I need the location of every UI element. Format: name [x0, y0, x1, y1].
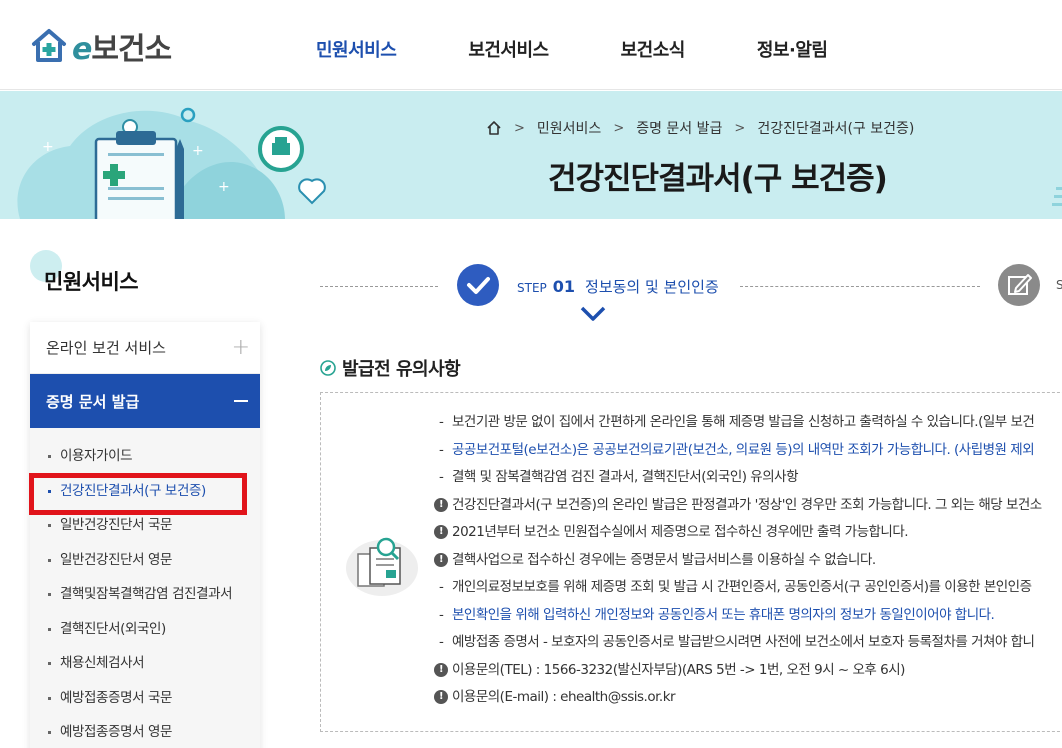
site-header: e보건소 민원서비스 보건서비스 보건소식 정보·알림 [0, 0, 1062, 90]
step-word: STEP [517, 281, 547, 295]
notice-title: 발급전 유의사항 [342, 359, 461, 380]
decoration-dots [1052, 187, 1062, 206]
sidebar-menu: 온라인 보건 서비스 + 증명 문서 발급 이용자가이드 건강진단결과서(구 보… [30, 322, 260, 748]
notice-item: 본인확인을 위해 입력하신 개인정보와 공동인증서 또는 휴대폰 명의자의 정보… [434, 605, 1062, 633]
step1-check-icon[interactable] [457, 264, 499, 306]
submenu-tb-screening[interactable]: 결핵및잠복결핵감염 검진결과서 [30, 584, 260, 619]
chevron-right-icon: > [734, 120, 746, 136]
site-logo[interactable]: e보건소 [30, 24, 172, 68]
notice-list: 보건기관 방문 없이 집에서 간편하게 온라인을 통해 제증명 발급을 신청하고… [434, 412, 1062, 715]
leaf-circle-icon [320, 360, 336, 376]
submenu-user-guide[interactable]: 이용자가이드 [30, 446, 260, 481]
notice-item: ! 결핵사업으로 접수하신 경우에는 증명문서 발급서비스를 이용하실 수 없습니… [434, 550, 1062, 578]
notice-item: 공공보건포털(e보건소)은 공공보건의료기관(보건소, 의료원 등)의 내역만 … [434, 440, 1062, 468]
submenu-health-check-result[interactable]: 건강진단결과서(구 보건증) [30, 481, 260, 516]
step2-label: S [1056, 278, 1062, 292]
breadcrumb: > 민원서비스 > 증명 문서 발급 > 건강진단결과서(구 보건증) [486, 118, 914, 138]
banner-illustration: + + + [17, 107, 326, 219]
nav-health-news[interactable]: 보건소식 [621, 36, 686, 62]
exclamation-icon: ! [434, 662, 448, 677]
step-description: 정보동의 및 본인인증 [585, 278, 719, 296]
submenu-vaccination-kr[interactable]: 예방접종증명서 국문 [30, 688, 260, 723]
step1-label: STEP 01 정보동의 및 본인인증 [517, 276, 719, 297]
notice-heading: 발급전 유의사항 [320, 355, 461, 381]
svg-text:+: + [218, 179, 230, 195]
step-divider [320, 286, 438, 287]
breadcrumb-current[interactable]: 건강진단결과서(구 보건증) [757, 118, 914, 138]
nav-info-notice[interactable]: 정보·알림 [757, 36, 828, 62]
notice-item: 결핵 및 잠복결핵감염 검진 결과서, 결핵진단서(외국인) 유의사항 [434, 467, 1062, 495]
sidebar-item-certificate[interactable]: 증명 문서 발급 [30, 374, 260, 428]
breadcrumb-certificate[interactable]: 증명 문서 발급 [636, 118, 722, 138]
breadcrumb-civil-service[interactable]: 민원서비스 [537, 118, 601, 138]
svg-text:+: + [192, 143, 204, 159]
notice-item: 보건기관 방문 없이 집에서 간편하게 온라인을 통해 제증명 발급을 신청하고… [434, 412, 1062, 440]
house-cross-icon [32, 29, 66, 62]
chevron-down-icon [580, 306, 606, 321]
logo-text: e보건소 [72, 32, 172, 67]
exclamation-icon: ! [434, 525, 448, 539]
exclamation-icon: ! [434, 552, 448, 567]
chevron-right-icon: > [514, 120, 525, 136]
exclamation-icon: ! [434, 690, 448, 704]
page-title: 건강진단결과서(구 보건증) [548, 161, 888, 197]
sidebar-item-label: 증명 문서 발급 [46, 392, 140, 411]
page-banner: + + + > 민원서비스 > 증명 문서 발급 > 건강진단결과서(구 보건증… [0, 91, 1062, 219]
notice-item: ! 이용문의(TEL) : 1566-3232(발신자부담)(ARS 5번 -> … [434, 660, 1062, 688]
step-number: 01 [552, 277, 576, 296]
notice-item: ! 건강진단결과서(구 보건증)의 온라인 발급은 판정결과가 '정상'인 경우만… [434, 495, 1062, 523]
notice-item: ! 2021년부터 보건소 민원접수실에서 제증명으로 접수하신 경우에만 출력 … [434, 522, 1062, 550]
exclamation-icon: ! [434, 497, 448, 512]
submenu-general-health-en[interactable]: 일반건강진단서 영문 [30, 550, 260, 585]
notice-item: ! 이용문의(E-mail) : ehealth@ssis.or.kr [434, 687, 1062, 715]
svg-text:+: + [42, 139, 54, 155]
submenu-vaccination-en[interactable]: 예방접종증명서 영문 [30, 722, 260, 748]
sidebar-title: 민원서비스 [44, 270, 139, 294]
home-icon[interactable] [486, 120, 502, 136]
submenu-employment-exam[interactable]: 채용신체검사서 [30, 653, 260, 688]
plus-icon: + [231, 335, 250, 360]
main-nav: 민원서비스 보건서비스 보건소식 정보·알림 [316, 36, 899, 62]
sidebar-item-label: 온라인 보건 서비스 [46, 339, 166, 357]
minus-icon [234, 400, 248, 402]
step2-edit-icon[interactable] [998, 264, 1040, 306]
submenu-tb-diagnosis[interactable]: 결핵진단서(외국인) [30, 619, 260, 654]
nav-civil-service[interactable]: 민원서비스 [316, 36, 397, 62]
chevron-right-icon: > [613, 120, 625, 136]
notice-item: 예방접종 증명서 - 보호자의 공동인증서로 발급받으시려면 사전에 보건소에서… [434, 632, 1062, 660]
sidebar-item-online-health[interactable]: 온라인 보건 서비스 + [30, 322, 260, 374]
step-divider [740, 286, 980, 287]
sidebar-submenu: 이용자가이드 건강진단결과서(구 보건증) 일반건강진단서 국문 일반건강진단서… [30, 428, 260, 748]
nav-health-service[interactable]: 보건서비스 [468, 36, 549, 62]
document-search-icon [346, 537, 418, 596]
notice-item: 개인의료정보보호를 위해 제증명 조회 및 발급 시 간편인증서, 공동인증서(… [434, 577, 1062, 605]
submenu-general-health-kr[interactable]: 일반건강진단서 국문 [30, 515, 260, 550]
